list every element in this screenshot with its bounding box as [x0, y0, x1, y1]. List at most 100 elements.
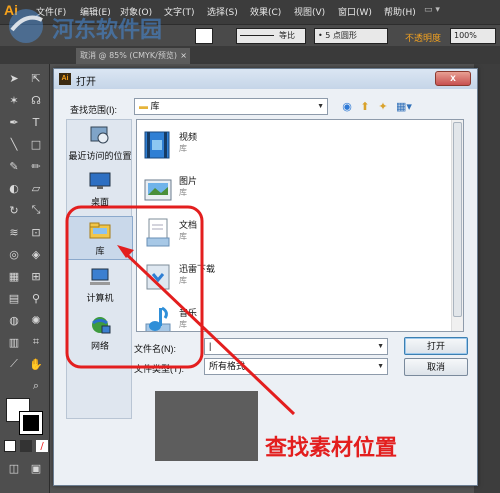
blend-tool-icon[interactable]: ◍ — [4, 310, 24, 330]
dialog-titlebar[interactable]: Ai 打开 x — [54, 69, 477, 89]
scroll-thumb[interactable] — [453, 122, 462, 317]
column-graph-tool-icon[interactable]: ▥ — [4, 332, 24, 352]
tab-close-icon[interactable]: × — [180, 48, 187, 63]
slice-tool-icon[interactable]: ⟋ — [4, 354, 24, 374]
place-desktop[interactable]: 桌面 — [67, 168, 133, 212]
documents-library-icon — [146, 218, 170, 247]
line-tool-icon[interactable]: ╲ — [4, 134, 24, 154]
artboard-tool-icon[interactable]: ⌗ — [26, 332, 46, 352]
place-computer[interactable]: 计算机 — [67, 264, 133, 308]
paintbrush-tool-icon[interactable]: ✎ — [4, 156, 24, 176]
file-name: 音乐 — [179, 308, 198, 318]
symbol-sprayer-tool-icon[interactable]: ✺ — [26, 310, 46, 330]
file-name: 文档 — [179, 220, 198, 230]
tools-panel: ➤ ⇱ ✶ ☊ ✒ T ╲ □ ✎ ✏ ◐ ▱ ↻ ⤡ ≋ ⊡ ◎ ◈ ▦ ⊞ … — [0, 64, 50, 493]
hand-tool-icon[interactable]: ✋ — [26, 354, 46, 374]
video-library-icon — [144, 131, 170, 159]
file-name: 图片 — [179, 176, 198, 186]
music-library-icon — [145, 306, 171, 331]
none-mode-icon[interactable]: / — [36, 440, 48, 452]
eyedropper-tool-icon[interactable]: ⚲ — [26, 288, 46, 308]
filename-label: 文件名(N): — [134, 344, 176, 354]
pencil-tool-icon[interactable]: ✏ — [26, 156, 46, 176]
blob-brush-tool-icon[interactable]: ◐ — [4, 178, 24, 198]
list-item[interactable]: 视频 库 — [141, 126, 341, 166]
magic-wand-tool-icon[interactable]: ✶ — [4, 90, 24, 110]
watermark-logo-icon — [9, 9, 43, 43]
shape-builder-tool-icon[interactable]: ◎ — [4, 244, 24, 264]
open-file-dialog: Ai 打开 x 查找范围(I): ▬ 库 ▼ ◉ ⬆ ✦ ▦▾ 最近访问的位置 … — [53, 68, 478, 486]
place-label: 网络 — [90, 341, 109, 351]
pen-tool-icon[interactable]: ✒ — [4, 112, 24, 132]
chevron-down-icon: ▼ — [317, 103, 324, 110]
cancel-button[interactable]: 取消 — [404, 358, 468, 376]
list-item[interactable]: 文档 库 — [141, 214, 341, 254]
list-item[interactable]: 迅雷下载 库 — [141, 258, 341, 298]
direct-selection-tool-icon[interactable]: ⇱ — [26, 68, 46, 88]
free-transform-tool-icon[interactable]: ⊡ — [26, 222, 46, 242]
opacity-input[interactable]: 100% — [450, 28, 496, 44]
place-recent[interactable]: 最近访问的位置 — [67, 122, 133, 166]
file-list-scrollbar[interactable] — [451, 120, 463, 331]
menu-view[interactable]: 视图(V) — [294, 5, 325, 18]
watermark: 河东软件园 — [4, 4, 204, 46]
rotate-tool-icon[interactable]: ↻ — [4, 200, 24, 220]
new-folder-icon[interactable]: ✦ — [376, 100, 390, 114]
open-button[interactable]: 打开 — [404, 337, 468, 355]
stroke-style-select[interactable]: 等比 — [236, 28, 306, 44]
screen-mode-icon[interactable]: ▣ — [26, 458, 46, 478]
back-icon[interactable]: ◉ — [340, 100, 354, 114]
place-label: 库 — [95, 246, 105, 256]
filetype-label: 文件类型(T): — [134, 364, 184, 374]
gradient-mode-icon[interactable] — [20, 440, 32, 452]
list-item[interactable]: 图片 库 — [141, 170, 341, 210]
place-library[interactable]: 库 — [67, 216, 133, 260]
places-bar: 最近访问的位置 桌面 库 计算机 网络 — [66, 119, 133, 419]
file-type: 库 — [179, 276, 187, 285]
dialog-close-button[interactable]: x — [435, 71, 471, 86]
file-name: 迅雷下载 — [179, 264, 216, 274]
lookin-label: 查找范围(I): — [70, 105, 117, 115]
file-name: 视频 — [179, 132, 198, 142]
opacity-label[interactable]: 不透明度 — [405, 31, 441, 44]
lasso-tool-icon[interactable]: ☊ — [26, 90, 46, 110]
watermark-text: 河东软件园 — [52, 18, 163, 43]
document-tab-label: 取消 @ 85% (CMYK/预览) — [80, 51, 177, 60]
selection-tool-icon[interactable]: ➤ — [4, 68, 24, 88]
preview-thumbnail — [155, 391, 258, 461]
list-item[interactable]: 音乐 库 — [141, 302, 341, 331]
scale-tool-icon[interactable]: ⤡ — [26, 200, 46, 220]
live-paint-tool-icon[interactable]: ◈ — [26, 244, 46, 264]
lookin-select[interactable]: ▬ 库 ▼ — [134, 98, 328, 115]
document-tab[interactable]: 取消 @ 85% (CMYK/预览) × — [76, 48, 190, 64]
perspective-grid-tool-icon[interactable]: ▦ — [4, 266, 24, 286]
view-menu-icon[interactable]: ▦▾ — [394, 100, 414, 114]
file-type: 库 — [179, 320, 187, 329]
gradient-tool-icon[interactable]: ▤ — [4, 288, 24, 308]
dialog-title: 打开 — [76, 77, 96, 88]
color-mode-icon[interactable] — [4, 440, 16, 452]
workspace-switcher-icon[interactable]: ▭ ▾ — [424, 5, 440, 15]
menu-window[interactable]: 窗口(W) — [338, 5, 372, 18]
place-label: 计算机 — [86, 293, 114, 303]
type-tool-icon[interactable]: T — [26, 112, 46, 132]
pictures-library-icon — [144, 179, 172, 201]
filename-input[interactable]: | ▼ — [204, 338, 388, 355]
menu-effect[interactable]: 效果(C) — [250, 5, 281, 18]
brush-select[interactable]: • 5 点圆形 — [314, 28, 388, 44]
file-type: 库 — [179, 232, 187, 241]
filetype-select[interactable]: 所有格式 ▼ — [204, 358, 388, 375]
eraser-tool-icon[interactable]: ▱ — [26, 178, 46, 198]
menu-help[interactable]: 帮助(H) — [384, 5, 416, 18]
draw-mode-icon[interactable]: ◫ — [4, 458, 24, 478]
place-network[interactable]: 网络 — [67, 312, 133, 356]
stroke-color-swatch[interactable] — [19, 411, 43, 435]
up-folder-icon[interactable]: ⬆ — [358, 100, 372, 114]
mesh-tool-icon[interactable]: ⊞ — [26, 266, 46, 286]
warp-tool-icon[interactable]: ≋ — [4, 222, 24, 242]
download-library-icon — [146, 264, 170, 290]
folder-icon: ▬ — [139, 101, 151, 111]
menu-select[interactable]: 选择(S) — [207, 5, 238, 18]
zoom-tool-icon[interactable]: ⌕ — [26, 376, 46, 396]
rectangle-tool-icon[interactable]: □ — [26, 134, 46, 154]
